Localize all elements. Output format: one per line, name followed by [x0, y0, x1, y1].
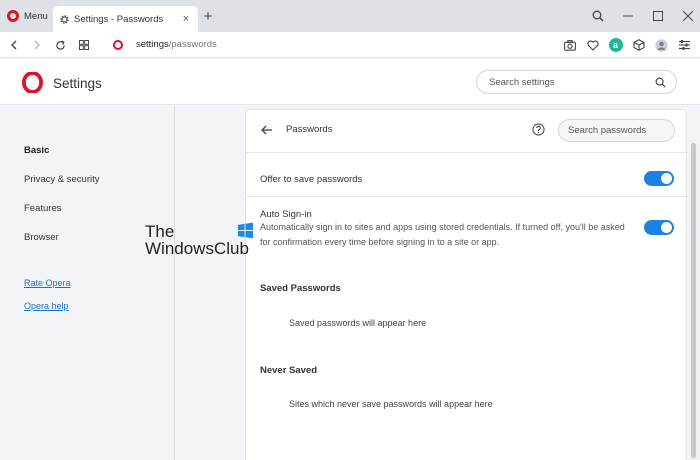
back-icon[interactable]	[2, 32, 26, 58]
offer-save-toggle[interactable]	[644, 171, 674, 186]
divider	[246, 196, 688, 197]
extensions-cube-icon[interactable]	[627, 32, 650, 58]
url-field[interactable]: settings/passwords	[136, 39, 217, 50]
menu-label: Menu	[24, 10, 48, 22]
gear-icon	[60, 14, 69, 24]
help-icon[interactable]	[532, 123, 545, 136]
never-saved-empty: Sites which never save passwords will ap…	[289, 399, 493, 409]
opera-logo-icon	[7, 10, 19, 22]
back-arrow-icon[interactable]	[260, 123, 274, 137]
tab-close-icon[interactable]: ×	[180, 13, 192, 25]
search-icon	[655, 77, 666, 88]
page-title: Settings	[53, 76, 102, 91]
saved-passwords-heading: Saved Passwords	[260, 283, 341, 294]
minimize-icon[interactable]	[613, 0, 643, 32]
rate-opera-link[interactable]: Rate Opera	[24, 278, 71, 288]
search-passwords-input[interactable]	[568, 125, 700, 136]
snapshot-icon[interactable]	[558, 32, 581, 58]
panel-title: Passwords	[286, 124, 333, 135]
search-passwords-box[interactable]	[558, 119, 700, 142]
opera-menu-button[interactable]: Menu	[0, 0, 54, 32]
scroll-thumb[interactable]	[691, 143, 696, 458]
watermark-line2: WindowsClub	[145, 239, 249, 258]
tab-settings[interactable]: Settings - Passwords ×	[53, 6, 198, 32]
auto-signin-toggle[interactable]	[644, 220, 674, 235]
saved-passwords-empty: Saved passwords will appear here	[289, 318, 427, 328]
passwords-panel: Passwords Offer to save passwords Auto S…	[245, 109, 700, 460]
never-saved-heading: Never Saved	[260, 365, 318, 376]
auto-signin-description: Automatically sign in to sites and apps …	[260, 222, 625, 247]
sidebar-item-features[interactable]: Features	[24, 203, 62, 214]
heart-icon[interactable]	[581, 32, 604, 58]
toggle-knob	[661, 173, 672, 184]
tab-title: Settings - Passwords	[74, 13, 164, 25]
scrollbar[interactable]	[690, 140, 697, 460]
search-tabs-icon[interactable]	[583, 0, 613, 32]
settings-sidebar: Basic Privacy & security Features Browse…	[0, 106, 175, 460]
sidebar-item-basic[interactable]: Basic	[24, 145, 49, 156]
toggle-knob	[661, 222, 672, 233]
profile-icon[interactable]	[650, 32, 673, 58]
easy-setup-icon[interactable]	[673, 32, 696, 58]
forward-icon[interactable]	[25, 32, 49, 58]
watermark: The WindowsClub	[145, 222, 260, 262]
close-window-icon[interactable]	[673, 0, 700, 32]
opera-help-link[interactable]: Opera help	[24, 301, 69, 311]
title-bar: Menu Settings - Passwords × +	[0, 0, 700, 32]
opera-logo-icon	[22, 72, 43, 93]
search-settings-input[interactable]	[489, 76, 655, 88]
sidebar-item-browser[interactable]: Browser	[24, 232, 59, 243]
address-bar: settings/passwords a	[0, 32, 700, 58]
maximize-icon[interactable]	[643, 0, 673, 32]
windows-logo-icon	[237, 222, 254, 239]
settings-header: Settings	[0, 59, 700, 105]
speed-dial-icon[interactable]	[72, 32, 96, 58]
offer-save-label: Offer to save passwords	[260, 174, 363, 185]
divider	[246, 152, 688, 153]
auto-signin-label: Auto Sign-in	[260, 209, 312, 220]
account-icon[interactable]: a	[604, 32, 627, 58]
opera-page-icon	[113, 40, 123, 50]
reload-icon[interactable]	[48, 32, 72, 58]
sidebar-item-privacy-security[interactable]: Privacy & security	[24, 174, 100, 185]
search-settings-box[interactable]	[476, 70, 677, 94]
new-tab-button[interactable]: +	[201, 9, 215, 24]
